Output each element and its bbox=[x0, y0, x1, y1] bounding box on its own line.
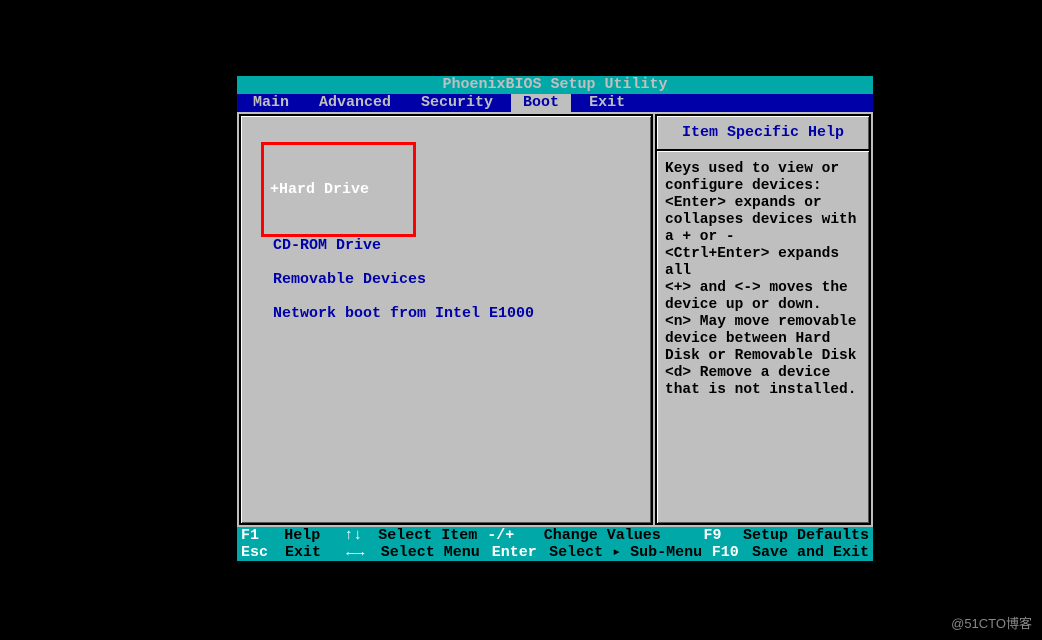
label-help: Help bbox=[284, 527, 344, 544]
menu-bar[interactable]: Main Advanced Security Boot Exit bbox=[237, 94, 873, 112]
title-bar: PhoenixBIOS Setup Utility bbox=[237, 76, 873, 94]
footer-hints: F1 Help ↑↓ Select Item -/+ Change Values… bbox=[237, 527, 873, 561]
menu-security[interactable]: Security bbox=[409, 94, 505, 112]
help-title: Item Specific Help bbox=[657, 116, 869, 143]
footer-row-2: Esc Exit ←→ Select Menu Enter Select ▸ S… bbox=[241, 544, 869, 561]
bios-window: PhoenixBIOS Setup Utility Main Advanced … bbox=[237, 76, 873, 559]
label-select-item: Select Item bbox=[378, 527, 487, 544]
label-save-exit: Save and Exit bbox=[752, 544, 869, 561]
label-setup-defaults: Setup Defaults bbox=[743, 527, 869, 544]
boot-item-removable[interactable]: Removable Devices bbox=[269, 271, 426, 288]
menu-exit[interactable]: Exit bbox=[577, 94, 637, 112]
boot-order-panel: +Hard Drive CD-ROM Drive Removable Devic… bbox=[239, 114, 653, 525]
key-enter: Enter bbox=[492, 544, 537, 561]
help-body: Keys used to view orconfigure devices:<E… bbox=[657, 151, 869, 409]
menu-boot[interactable]: Boot bbox=[511, 94, 571, 112]
content-area: +Hard Drive CD-ROM Drive Removable Devic… bbox=[237, 112, 873, 527]
footer-row-1: F1 Help ↑↓ Select Item -/+ Change Values… bbox=[241, 527, 869, 544]
watermark: @51CTO博客 bbox=[951, 613, 1032, 632]
key-updown: ↑↓ bbox=[344, 527, 362, 544]
menu-advanced[interactable]: Advanced bbox=[307, 94, 403, 112]
label-select-submenu: Select ▸ Sub-Menu bbox=[549, 544, 712, 561]
label-change-values: Change Values bbox=[544, 527, 704, 544]
key-f9: F9 bbox=[703, 527, 721, 544]
key-esc: Esc bbox=[241, 544, 268, 561]
label-select-menu: Select Menu bbox=[381, 544, 492, 561]
label-exit: Exit bbox=[285, 544, 346, 561]
menu-main[interactable]: Main bbox=[241, 94, 301, 112]
boot-list[interactable]: +Hard Drive CD-ROM Drive Removable Devic… bbox=[241, 116, 651, 322]
key-plusminus: -/+ bbox=[487, 527, 514, 544]
boot-item-cdrom[interactable]: CD-ROM Drive bbox=[269, 237, 381, 254]
key-leftright: ←→ bbox=[346, 544, 364, 561]
boot-item-selected-highlight: +Hard Drive bbox=[261, 142, 416, 237]
key-f10: F10 bbox=[712, 544, 739, 561]
boot-item-network[interactable]: Network boot from Intel E1000 bbox=[269, 305, 534, 322]
key-f1: F1 bbox=[241, 527, 259, 544]
help-panel: Item Specific Help Keys used to view orc… bbox=[655, 114, 871, 525]
boot-item-hard-drive[interactable]: +Hard Drive bbox=[264, 181, 399, 198]
